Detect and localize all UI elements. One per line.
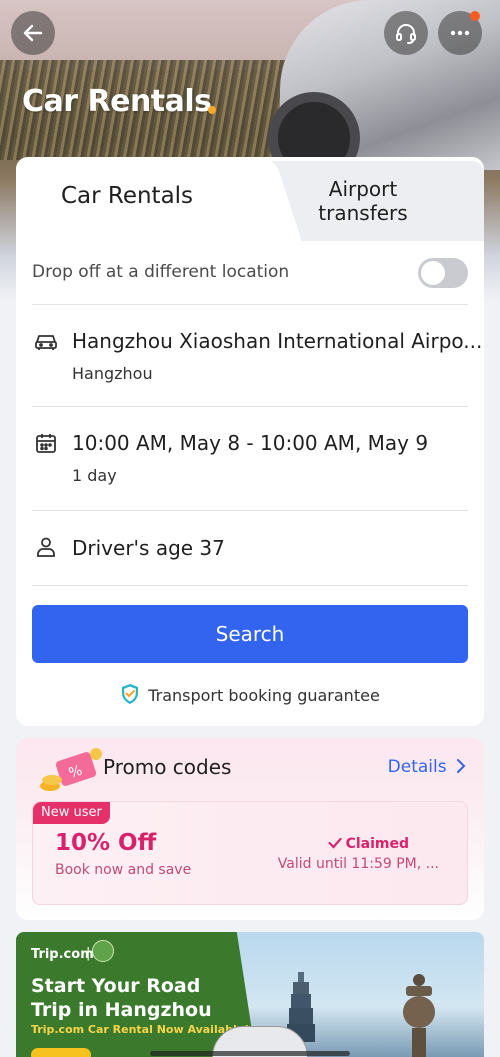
toggle-knob <box>421 261 445 285</box>
tab-airport-transfers-line2: transfers <box>318 201 408 225</box>
notification-dot <box>470 11 480 21</box>
divider <box>32 304 468 305</box>
promo-codes-card: % Promo codes Details New user 10% Off B… <box>16 738 484 920</box>
location-name: Hangzhou Xiaoshan International Airpo... <box>72 329 483 353</box>
guarantee-label: Transport booking guarantee <box>148 686 380 705</box>
rental-duration: 1 day <box>72 466 117 485</box>
banner-cta-button[interactable] <box>31 1048 91 1057</box>
back-button[interactable] <box>11 11 55 55</box>
car-icon <box>34 331 58 357</box>
more-options-button[interactable] <box>438 11 482 55</box>
hangzhou-road-trip-banner[interactable]: Trip.com | Start Your Road Trip in Hangz… <box>16 932 484 1057</box>
coupon-status-label: Claimed <box>345 836 409 852</box>
divider <box>32 510 468 511</box>
search-button[interactable]: Search <box>32 605 468 663</box>
promo-details-link[interactable]: Details <box>388 757 466 779</box>
banner-brand: Trip.com <box>31 947 94 962</box>
tab-airport-transfers-line1: Airport <box>328 177 398 201</box>
dropoff-label: Drop off at a different location <box>32 262 290 282</box>
calendar-icon <box>34 432 58 458</box>
customer-support-button[interactable] <box>384 11 428 55</box>
divider <box>32 406 468 407</box>
tab-airport-transfers[interactable]: Airport transfers <box>288 177 438 225</box>
title-accent-dot <box>208 106 216 114</box>
home-indicator <box>150 1051 350 1056</box>
new-user-badge: New user <box>33 802 110 824</box>
tab-car-rentals[interactable]: Car Rentals <box>16 183 238 209</box>
banner-headline-line2: Trip in Hangzhou <box>31 999 212 1021</box>
dropoff-different-location-row: Drop off at a different location <box>32 253 468 293</box>
stone-lantern-icon <box>403 974 435 1057</box>
tab-bar: Car Rentals Airport transfers <box>16 157 484 241</box>
promo-coupon[interactable]: New user 10% Off Book now and save Claim… <box>32 801 468 905</box>
driver-age: Driver's age 37 <box>72 536 225 560</box>
partner-logo-icon <box>92 940 114 962</box>
promo-codes-title: Promo codes <box>103 755 232 779</box>
coupon-status: Claimed <box>327 836 409 853</box>
banner-separator: | <box>86 946 91 961</box>
headset-icon <box>396 24 416 44</box>
coupon-subtitle: Book now and save <box>55 862 192 878</box>
more-dots-icon <box>450 30 470 36</box>
banner-headline: Start Your Road Trip in Hangzhou <box>31 974 212 1022</box>
coupon-discount: 10% Off <box>55 830 157 856</box>
dropoff-toggle[interactable] <box>418 258 468 288</box>
coupon-coins-icon: % <box>40 748 102 791</box>
chevron-right-icon <box>456 758 466 779</box>
banner-headline-line1: Start Your Road <box>31 975 201 997</box>
shield-check-icon <box>120 683 140 709</box>
divider <box>32 585 468 586</box>
promo-details-label: Details <box>387 757 447 777</box>
checkmark-icon <box>327 837 342 853</box>
booking-guarantee[interactable]: Transport booking guarantee <box>16 683 484 709</box>
person-icon <box>34 535 58 563</box>
booking-card: Car Rentals Airport transfers Drop off a… <box>16 157 484 726</box>
page-title: Car Rentals <box>22 84 212 119</box>
arrow-left-icon <box>23 24 43 42</box>
rental-date-range: 10:00 AM, May 8 - 10:00 AM, May 9 <box>72 431 429 455</box>
banner-subline: Trip.com Car Rental Now Available! <box>31 1023 250 1036</box>
coupon-validity: Valid until 11:59 PM, ... <box>277 856 439 872</box>
location-city: Hangzhou <box>72 364 153 383</box>
